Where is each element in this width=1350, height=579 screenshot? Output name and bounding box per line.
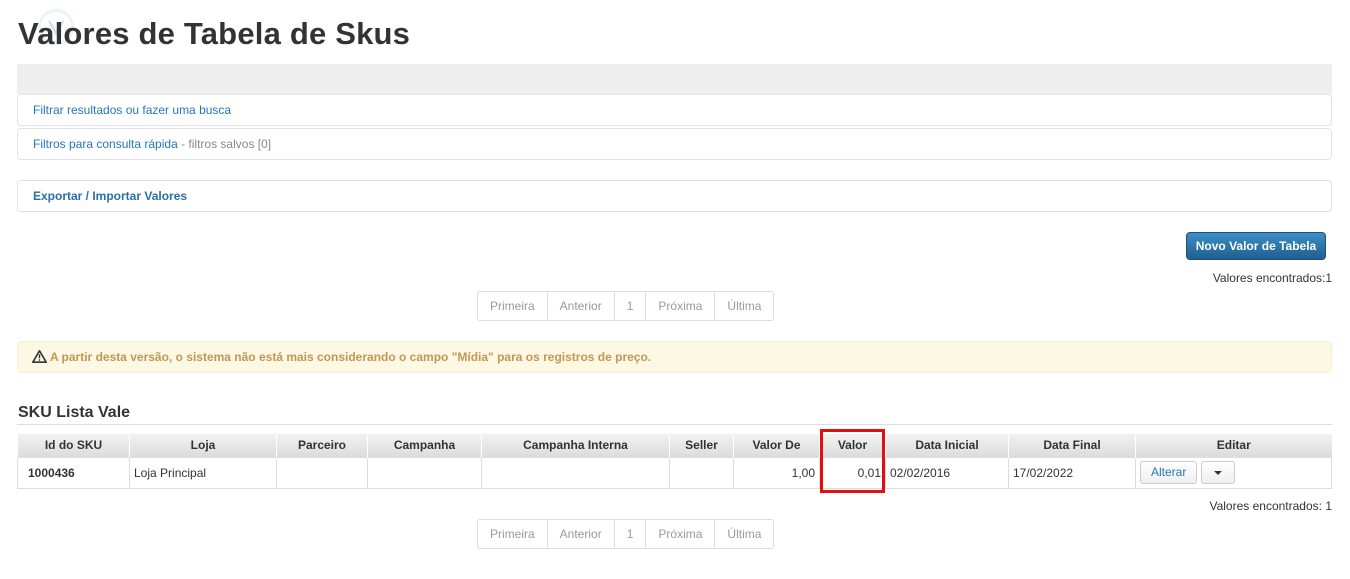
results-count-top: Valores encontrados:1 xyxy=(1212,271,1332,285)
cell-campanha xyxy=(367,456,482,489)
cell-loja: Loja Principal xyxy=(129,456,277,489)
filter-panel[interactable]: Filtrar resultados ou fazer uma busca xyxy=(17,94,1332,126)
cell-sku-id: 1000436 xyxy=(17,456,130,489)
pagination-next[interactable]: Próxima xyxy=(646,292,716,320)
cell-campanha-interna xyxy=(481,456,670,489)
warning-alert-text: A partir desta versão, o sistema não est… xyxy=(50,350,652,364)
cell-seller xyxy=(669,456,734,489)
section-divider xyxy=(17,424,1332,425)
sku-values-table: Id do SKU Loja Parceiro Campanha Campanh… xyxy=(17,434,1332,489)
pagination-top: Primeira Anterior 1 Próxima Última xyxy=(477,291,775,321)
col-header-seller[interactable]: Seller xyxy=(669,434,734,457)
cell-valor-de: 1,00 xyxy=(733,456,820,489)
quick-filters-link[interactable]: Filtros para consulta rápida xyxy=(33,137,178,151)
section-title: SKU Lista Vale xyxy=(18,404,131,421)
new-table-value-button[interactable]: Novo Valor de Tabela xyxy=(1186,232,1326,260)
table-header-row: Id do SKU Loja Parceiro Campanha Campanh… xyxy=(17,434,1332,457)
pagination-page-1[interactable]: 1 xyxy=(615,292,647,320)
col-header-valor-de[interactable]: Valor De xyxy=(733,434,820,457)
cell-parceiro xyxy=(276,456,368,489)
valor-highlight-box xyxy=(820,429,885,493)
filter-search-link[interactable]: Filtrar resultados ou fazer uma busca xyxy=(33,103,231,117)
warning-icon xyxy=(31,344,47,374)
col-header-parceiro[interactable]: Parceiro xyxy=(276,434,368,457)
pagination-previous[interactable]: Anterior xyxy=(548,292,615,320)
alterar-button[interactable]: Alterar xyxy=(1140,461,1198,484)
pagination-next[interactable]: Próxima xyxy=(646,520,716,548)
col-header-editar: Editar xyxy=(1135,434,1332,457)
col-header-loja[interactable]: Loja xyxy=(129,434,277,457)
pagination-last[interactable]: Última xyxy=(715,520,773,548)
warning-alert: A partir desta versão, o sistema não est… xyxy=(17,341,1332,373)
col-header-campanha-interna[interactable]: Campanha Interna xyxy=(481,434,670,457)
pagination-first[interactable]: Primeira xyxy=(478,520,548,548)
quick-filters-separator: - xyxy=(177,137,189,151)
cell-data-inicial: 02/02/2016 xyxy=(885,456,1009,489)
export-import-panel[interactable]: Exportar / Importar Valores xyxy=(17,180,1332,212)
pagination-previous[interactable]: Anterior xyxy=(548,520,615,548)
edit-dropdown-button[interactable] xyxy=(1201,461,1236,484)
toolbar-bar xyxy=(17,64,1332,94)
saved-filters-label: filtros salvos [0] xyxy=(188,137,272,151)
col-header-campanha[interactable]: Campanha xyxy=(367,434,482,457)
export-import-link[interactable]: Exportar / Importar Valores xyxy=(33,189,187,203)
quick-filters-panel[interactable]: Filtros para consulta rápida - filtros s… xyxy=(17,128,1332,160)
cell-editar: Alterar xyxy=(1135,456,1332,489)
caret-down-icon xyxy=(1214,471,1223,475)
pagination-first[interactable]: Primeira xyxy=(478,292,548,320)
col-header-data-inicial[interactable]: Data Inicial xyxy=(885,434,1009,457)
page-title: Valores de Tabela de Skus xyxy=(18,16,411,51)
cell-data-final: 17/02/2022 xyxy=(1008,456,1136,489)
col-header-data-final[interactable]: Data Final xyxy=(1008,434,1136,457)
results-count-bottom: Valores encontrados: 1 xyxy=(1209,499,1332,513)
table-row: 1000436 Loja Principal 1,00 0,01 02/02/2… xyxy=(17,456,1332,489)
col-header-id[interactable]: Id do SKU xyxy=(17,434,130,457)
pagination-bottom: Primeira Anterior 1 Próxima Última xyxy=(477,519,775,549)
pagination-last[interactable]: Última xyxy=(715,292,773,320)
pagination-page-1[interactable]: 1 xyxy=(615,520,647,548)
